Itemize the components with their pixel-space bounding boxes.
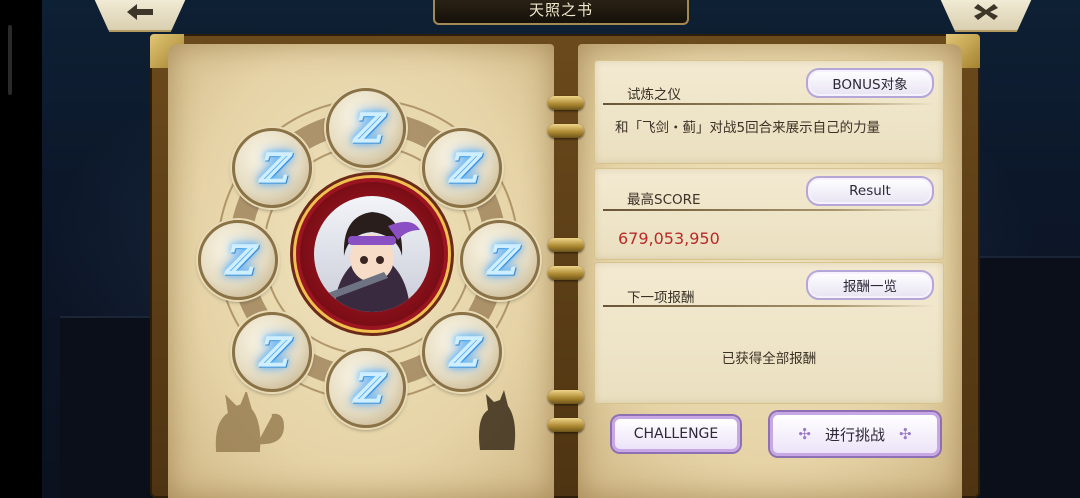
binder-ring <box>548 390 584 404</box>
rune-medal[interactable]: ℤ <box>422 128 502 208</box>
rune-glyph: ℤ <box>447 144 477 192</box>
reward-status: 已获得全部报酬 <box>721 351 817 367</box>
trial-label: 试炼之仪 <box>627 87 681 103</box>
rune-glyph: ℤ <box>257 328 287 376</box>
score-label: 最高SCORE <box>627 192 701 208</box>
rune-emblem: ℤ ℤ ℤ ℤ ℤ ℤ ℤ ℤ <box>198 80 540 428</box>
rune-glyph: ℤ <box>447 328 477 376</box>
rune-glyph: ℤ <box>485 236 515 284</box>
challenge-button[interactable]: CHALLENGE <box>612 416 740 452</box>
rune-medal[interactable]: ℤ <box>422 312 502 392</box>
binder-ring <box>548 238 584 252</box>
rune-medal[interactable]: ℤ <box>232 128 312 208</box>
character-avatar <box>314 196 430 312</box>
ornament-left-icon: ✣ <box>798 425 811 443</box>
reward-list-button[interactable]: 报酬一览 <box>806 270 934 300</box>
binder-ring <box>548 124 584 138</box>
rune-glyph: ℤ <box>351 104 381 152</box>
bonus-target-button[interactable]: BONUS对象 <box>806 68 934 98</box>
binder-ring <box>548 418 584 432</box>
divider <box>603 305 935 307</box>
page-title: 天照之书 <box>433 0 689 25</box>
close-icon <box>974 4 998 20</box>
rune-medal[interactable]: ℤ <box>460 220 540 300</box>
back-arrow-icon <box>127 4 153 20</box>
divider <box>603 209 935 211</box>
trial-description: 和「飞剑・蓟」对战5回合来展示自己的力量 <box>615 120 881 136</box>
high-score-value: 679,053,950 <box>618 229 720 248</box>
rune-glyph: ℤ <box>351 364 381 412</box>
ornament-right-icon: ✣ <box>899 425 912 443</box>
ninja-character-icon <box>320 212 420 312</box>
notch <box>8 25 12 95</box>
result-button[interactable]: Result <box>806 176 934 206</box>
rune-glyph: ℤ <box>257 144 287 192</box>
rune-medal[interactable]: ℤ <box>198 220 278 300</box>
rune-medal[interactable]: ℤ <box>232 312 312 392</box>
reward-label: 下一项报酬 <box>627 290 695 306</box>
boss-portrait[interactable] <box>296 178 448 330</box>
rune-medal[interactable]: ℤ <box>326 88 406 168</box>
start-challenge-label: 进行挑战 <box>824 425 885 444</box>
cat-silhouette-icon <box>479 390 516 450</box>
binder-ring <box>548 96 584 110</box>
cat-silhouette-icon <box>215 392 285 452</box>
divider <box>603 103 935 105</box>
screen-edge <box>0 0 42 498</box>
start-challenge-button[interactable]: ✣ 进行挑战 ✣ <box>770 412 940 456</box>
rune-medal[interactable]: ℤ <box>326 348 406 428</box>
binder-ring <box>548 266 584 280</box>
rune-glyph: ℤ <box>223 236 253 284</box>
